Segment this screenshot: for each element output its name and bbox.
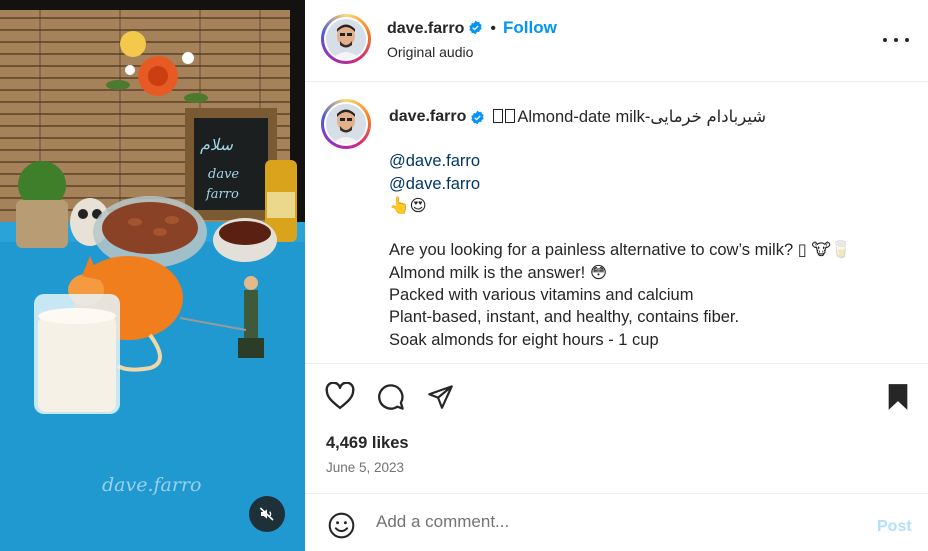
like-count[interactable]: 4,469 likes	[326, 434, 409, 453]
heart-icon	[325, 381, 355, 410]
save-button[interactable]	[886, 383, 910, 416]
svg-text:farro: farro	[205, 187, 239, 202]
verified-badge-icon	[469, 20, 483, 35]
more-options-icon	[883, 38, 887, 42]
follow-button[interactable]: Follow	[503, 18, 557, 37]
bookmark-icon	[888, 384, 908, 410]
caption-line: Almond milk is the answer! 😳	[389, 263, 608, 282]
verified-badge-icon	[471, 110, 485, 124]
author-avatar[interactable]	[321, 14, 371, 64]
caption-line: Soak almonds for eight hours - 1 cup	[389, 330, 659, 349]
comment-input[interactable]	[376, 510, 846, 534]
like-button[interactable]	[325, 381, 355, 415]
caption-title-text: Almond-date milk-شیربادام خرمایی	[517, 107, 767, 126]
comment-button[interactable]	[376, 382, 405, 416]
post-header: dave.farro • Follow Original audio	[305, 0, 928, 82]
caption-emoji-line: 👆😍	[389, 196, 427, 215]
post-panel: dave.farro • Follow Original audio dave.…	[305, 0, 928, 551]
svg-text:سلام: سلام	[200, 135, 233, 154]
caption-title: Almond-date milk-شیربادام خرمایی	[493, 106, 766, 128]
caption-line: Packed with various vitamins and calcium	[389, 286, 694, 305]
caption-scroll-area[interactable]: dave.farro Almond-date milk-شیربادام خرم…	[305, 83, 928, 363]
post-comment-button[interactable]: Post	[877, 518, 912, 536]
author-username[interactable]: dave.farro	[387, 20, 464, 37]
video-watermark: dave.farro	[102, 474, 202, 496]
caption-username[interactable]: dave.farro	[389, 106, 466, 128]
share-button[interactable]	[426, 383, 455, 415]
post-media[interactable]: سلام dave farro dave.farro	[0, 0, 305, 551]
post-actions: 4,469 likes June 5, 2023	[305, 363, 928, 493]
caption-mention[interactable]: @dave.farro	[389, 150, 909, 172]
post-date[interactable]: June 5, 2023	[326, 460, 404, 475]
svg-text:dave: dave	[208, 167, 239, 182]
audio-label[interactable]: Original audio	[387, 44, 473, 60]
media-image: سلام dave farro	[0, 0, 305, 551]
caption-text: dave.farro Almond-date milk-شیربادام خرم…	[389, 106, 909, 351]
more-options-button[interactable]	[883, 30, 909, 50]
comment-icon	[378, 384, 404, 410]
emoji-icon	[328, 512, 355, 539]
separator-dot: •	[490, 20, 496, 37]
caption-line: Plant-based, instant, and healthy, conta…	[389, 308, 740, 327]
unsupported-glyph	[493, 108, 504, 123]
mute-button[interactable]	[249, 496, 285, 532]
comment-bar: Post	[305, 493, 928, 551]
share-icon	[428, 385, 453, 409]
unsupported-glyph	[505, 108, 516, 123]
emoji-button[interactable]	[328, 512, 355, 544]
mute-icon	[259, 507, 274, 521]
caption-line: Are you looking for a painless alternati…	[389, 241, 852, 260]
caption-mention[interactable]: @dave.farro	[389, 173, 909, 195]
caption-author-avatar[interactable]	[321, 99, 371, 149]
